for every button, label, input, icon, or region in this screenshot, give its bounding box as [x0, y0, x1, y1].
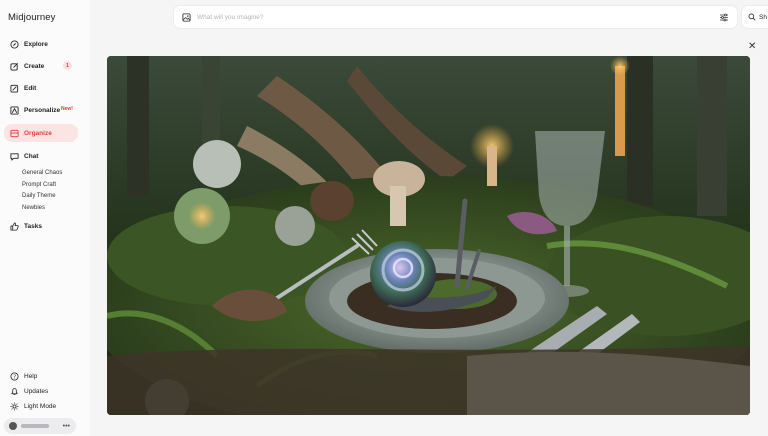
sidebar-item-chat[interactable]: Chat [4, 148, 78, 164]
generated-image[interactable] [107, 56, 750, 415]
chat-room-newbies[interactable]: Newbies [22, 203, 78, 215]
sidebar-item-tasks[interactable]: Tasks [4, 218, 78, 234]
sidebar-item-label: Personalize [24, 106, 61, 114]
chat-room-daily-theme[interactable]: Daily Theme [22, 191, 78, 203]
more-options-icon[interactable]: ••• [63, 423, 70, 430]
sidebar-item-create[interactable]: Create 1 [4, 58, 78, 74]
sidebar-item-label: Create [24, 62, 45, 70]
edit-icon [9, 83, 19, 93]
sidebar-item-label: Explore [24, 40, 48, 48]
sidebar-bottom-nav: ? Help Updates Light Mode [4, 369, 78, 414]
sidebar-item-label: Help [24, 373, 38, 380]
image-upload-icon[interactable] [182, 12, 191, 22]
folder-icon [9, 128, 19, 138]
sidebar-item-updates[interactable]: Updates [4, 384, 78, 399]
app-root: Midjourney Explore Create 1 Edit Persona… [0, 0, 768, 436]
thumbs-up-icon [9, 221, 19, 231]
settings-sliders-icon[interactable] [719, 13, 729, 22]
help-icon: ? [9, 372, 19, 382]
prompt-bar [174, 6, 737, 28]
sidebar-item-label: Edit [24, 84, 37, 92]
avatar [9, 422, 17, 430]
new-tag: New! [61, 106, 73, 112]
sidebar-item-label: Updates [24, 388, 49, 395]
sidebar-item-organize[interactable]: Organize [4, 124, 78, 142]
search-label: Sh [759, 13, 767, 21]
image-viewer [107, 56, 750, 415]
svg-text:?: ? [13, 374, 16, 380]
search-button[interactable]: Sh [742, 6, 768, 28]
sidebar-item-label: Chat [24, 152, 39, 160]
chat-room-prompt-craft[interactable]: Prompt Craft [22, 180, 78, 192]
sidebar-item-help[interactable]: ? Help [4, 369, 78, 384]
sidebar-item-label: Light Mode [24, 403, 57, 410]
username-redacted [21, 424, 49, 428]
app-logo[interactable]: Midjourney [8, 12, 55, 23]
close-icon[interactable]: ✕ [748, 41, 756, 52]
sidebar-item-edit[interactable]: Edit [4, 80, 78, 96]
chat-room-list: General Chaos Prompt Craft Daily Theme N… [22, 168, 78, 214]
personalize-icon [9, 105, 19, 115]
sidebar-item-personalize[interactable]: Personalize New! [4, 102, 78, 118]
sidebar-item-light-mode[interactable]: Light Mode [4, 399, 78, 414]
sidebar-item-label: Organize [24, 129, 52, 137]
compass-icon [9, 39, 19, 49]
chat-icon [9, 151, 19, 161]
sidebar: Midjourney Explore Create 1 Edit Persona… [0, 0, 90, 436]
pencil-square-icon [9, 61, 19, 71]
chat-room-general-chaos[interactable]: General Chaos [22, 168, 78, 180]
user-profile-button[interactable]: ••• [4, 418, 76, 434]
sidebar-item-explore[interactable]: Explore [4, 36, 78, 52]
prompt-input[interactable] [191, 13, 719, 21]
search-icon [748, 13, 756, 21]
bell-icon [9, 387, 19, 397]
sidebar-item-label: Tasks [24, 222, 42, 230]
notification-badge: 1 [63, 61, 72, 70]
sun-icon [9, 402, 19, 412]
sidebar-nav: Explore Create 1 Edit Personalize New! O… [4, 36, 78, 240]
